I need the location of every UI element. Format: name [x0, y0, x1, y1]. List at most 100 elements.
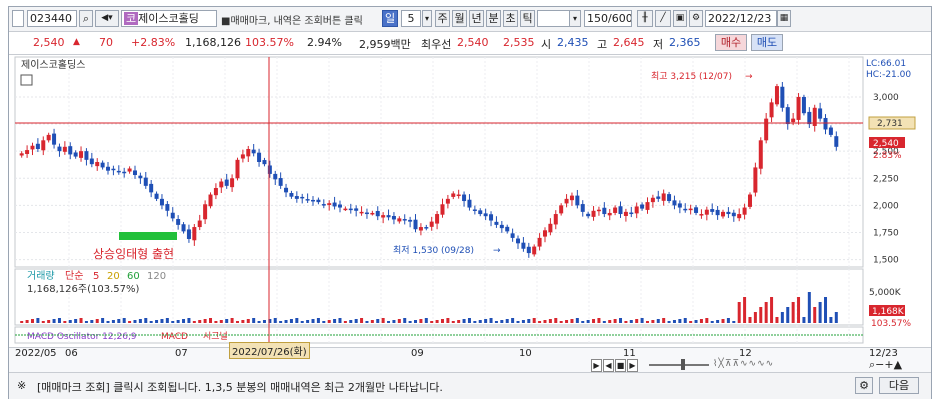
stock-name: 제이스코홀딩 [138, 12, 199, 25]
volume-bar [338, 318, 342, 323]
volume-bar [300, 321, 304, 323]
period-year-button[interactable]: 년 [469, 10, 484, 27]
period-second-button[interactable]: 초 [503, 10, 518, 27]
volume-bar [414, 320, 418, 323]
candle [505, 226, 510, 232]
price-chart[interactable]: 제이스코홀딩스 LC:66.01 HC:-21.00 최고 3,215 (12/… [9, 55, 931, 345]
high-price: 2,645 [613, 36, 645, 49]
candle [429, 221, 434, 227]
candle [602, 207, 607, 215]
volume-bar [705, 318, 709, 323]
stock-code-input[interactable]: 023440 [27, 10, 77, 27]
next-button[interactable]: 다음 [879, 377, 919, 394]
stock-name-field[interactable]: 코 제이스코홀딩 [121, 10, 217, 27]
volume-bar [494, 321, 498, 323]
candle [294, 196, 299, 199]
volume-bar [284, 320, 288, 323]
volume-bar [209, 318, 213, 323]
line-draw-icon[interactable]: ╱ [655, 10, 671, 27]
volume-bar [257, 321, 261, 323]
gear-icon[interactable]: ⚙ [689, 10, 703, 27]
candle [186, 229, 191, 239]
candle [737, 214, 742, 219]
candle [106, 166, 111, 171]
volume-bar [629, 320, 633, 323]
volume-bar [262, 320, 266, 323]
volume-bar [47, 320, 51, 323]
candle [834, 136, 839, 147]
candle [332, 202, 337, 207]
candle [483, 213, 488, 217]
candle [208, 194, 213, 207]
period-value-select[interactable]: 5 [401, 10, 421, 27]
stop-icon[interactable]: ■ [615, 359, 626, 372]
chevron-down-icon[interactable]: ▾ [422, 10, 432, 27]
skip-back-icon[interactable]: ◀ [603, 359, 614, 372]
candle [472, 209, 477, 211]
candle [25, 150, 30, 154]
volume-bar [516, 321, 520, 323]
drawing-tools-icon[interactable]: ⌇╳⊼⊼∿∿∿∿ [713, 359, 774, 369]
candle [818, 108, 823, 119]
candle [823, 117, 828, 130]
period-month-button[interactable]: 월 [452, 10, 467, 27]
candle [197, 220, 202, 228]
candle [84, 151, 89, 160]
gear-icon[interactable]: ⚙ [855, 377, 873, 394]
candle [273, 173, 278, 180]
grid-toggle-icon[interactable] [20, 74, 33, 86]
volume-bar [225, 319, 229, 323]
period-day-button[interactable]: 일 [382, 10, 398, 27]
candle [478, 210, 483, 215]
speaker-icon[interactable]: ◀▾ [95, 10, 119, 27]
period-tick-button[interactable]: 틱 [520, 10, 535, 27]
candle [321, 204, 326, 206]
volume-bar [824, 297, 828, 323]
volume-bar [403, 318, 407, 323]
low-label: 저 [653, 38, 664, 51]
candle [607, 212, 612, 216]
candle [753, 167, 758, 193]
period-minute-button[interactable]: 분 [486, 10, 501, 27]
zoom-slider[interactable] [649, 364, 709, 366]
search-icon[interactable]: ⌕ [79, 10, 93, 27]
candle [57, 146, 62, 152]
x-label-dec: 12 [739, 348, 752, 359]
volume-bar [581, 321, 585, 323]
buy-button[interactable]: 매수 [715, 34, 747, 51]
volume-bar [149, 321, 153, 323]
volume-bar [797, 297, 801, 323]
volume-bar [370, 320, 374, 323]
zoom-icon[interactable]: ⌕−+▲ [869, 358, 902, 372]
priority-label: 최우선 [421, 38, 452, 51]
window-icon[interactable] [12, 10, 24, 27]
volume-bar [775, 317, 779, 323]
candle-type-icon[interactable]: ╫ [637, 10, 653, 27]
calendar-icon[interactable]: ▦ [777, 10, 791, 27]
volume-bar [635, 319, 639, 323]
volume-bar [128, 321, 132, 323]
date-input[interactable]: 2022/12/23 [705, 10, 777, 27]
candle [542, 230, 547, 237]
high-annotation: 최고 3,215 (12/07) [651, 71, 732, 82]
candle [564, 198, 569, 204]
candle [532, 246, 537, 255]
candle [381, 215, 386, 218]
candle [640, 204, 645, 209]
play-icon[interactable]: ▶ [627, 359, 638, 372]
save-icon[interactable]: ▣ [673, 10, 687, 27]
candle [623, 211, 628, 216]
volume-bar [74, 319, 78, 323]
zoom-slider-handle[interactable] [681, 359, 685, 370]
volume-bar [241, 320, 245, 323]
candle [305, 199, 310, 201]
data-count-input[interactable]: 150/600 [584, 10, 632, 27]
sell-button[interactable]: 매도 [751, 34, 783, 51]
period-week-button[interactable]: 주 [435, 10, 450, 27]
candle [677, 203, 682, 208]
chevron-down-icon[interactable]: ▾ [569, 10, 581, 27]
volume-bar [613, 319, 617, 323]
candle [796, 96, 801, 120]
scroll-right-icon[interactable]: ▶ [591, 359, 602, 372]
volume-readout: 1,168,126주(103.57%) [27, 284, 139, 295]
